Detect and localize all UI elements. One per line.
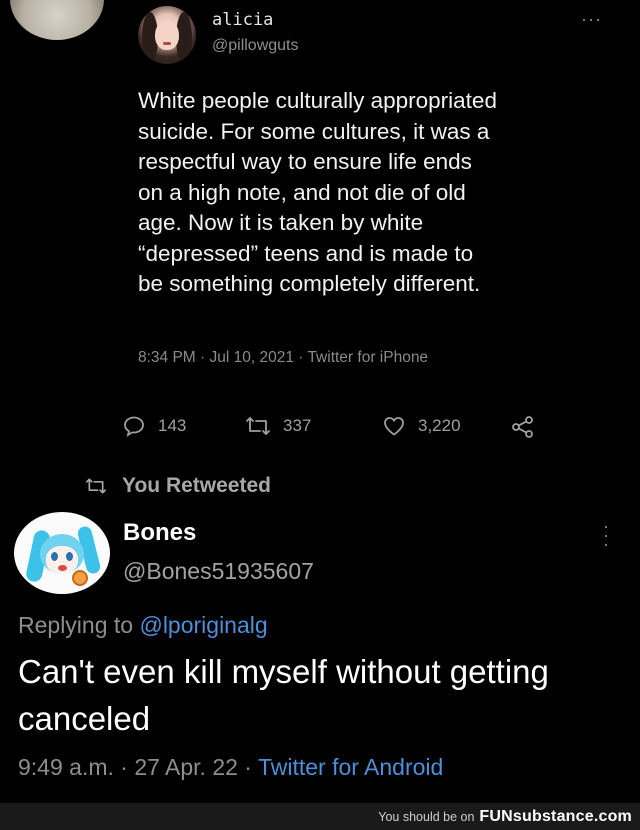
retweet-icon xyxy=(86,478,106,494)
share-icon xyxy=(512,416,533,438)
reply-timestamp: 9:49 a.m. · 27 Apr. 22 · xyxy=(18,754,258,780)
like-count: 3,220 xyxy=(418,416,461,435)
more-vertical-icon[interactable]: · · · xyxy=(603,517,609,553)
more-options-icon[interactable]: ··· xyxy=(581,9,602,30)
share-button[interactable] xyxy=(510,414,548,440)
reply-icon xyxy=(124,416,144,437)
watermark-bar: You should be on FUNsubstance.com xyxy=(0,803,640,830)
watermark-logo[interactable]: FUNsubstance.com xyxy=(479,808,632,826)
retweet-button[interactable]: 337 xyxy=(245,414,311,438)
replying-to-line: Replying to @lporiginalg xyxy=(18,612,268,639)
alicia-avatar[interactable] xyxy=(138,6,196,64)
like-button[interactable]: 3,220 xyxy=(382,414,461,438)
like-icon xyxy=(384,417,404,436)
reply-button[interactable]: 143 xyxy=(122,414,186,438)
replying-mention-link[interactable]: @lporiginalg xyxy=(139,612,267,638)
watermark-prefix: You should be on xyxy=(378,809,475,824)
replying-prefix: Replying to xyxy=(18,612,140,638)
bones-handle[interactable]: @Bones51935607 xyxy=(123,558,314,585)
retweet-icon xyxy=(246,417,270,435)
retweet-count: 337 xyxy=(283,416,312,435)
quoted-tweet-text: White people culturally appropriated sui… xyxy=(138,88,497,296)
bones-display-name[interactable]: Bones xyxy=(123,519,196,547)
reply-tweet-meta: 9:49 a.m. · 27 Apr. 22 · Twitter for And… xyxy=(18,754,443,781)
quoted-tweet-meta: 8:34 PM · Jul 10, 2021 · Twitter for iPh… xyxy=(138,349,429,366)
reply-tweet-text: Can't even kill myself without getting c… xyxy=(18,653,549,737)
you-retweeted-text: You Retweeted xyxy=(122,474,271,497)
alicia-display-name[interactable]: alicia xyxy=(212,10,273,30)
bones-avatar[interactable] xyxy=(14,512,110,594)
you-retweeted-label: You Retweeted xyxy=(84,474,271,498)
alicia-handle[interactable]: @pillowguts xyxy=(212,37,299,55)
reply-source-link[interactable]: Twitter for Android xyxy=(258,754,443,780)
partial-avatar[interactable] xyxy=(10,0,104,40)
reply-count: 143 xyxy=(158,416,187,435)
